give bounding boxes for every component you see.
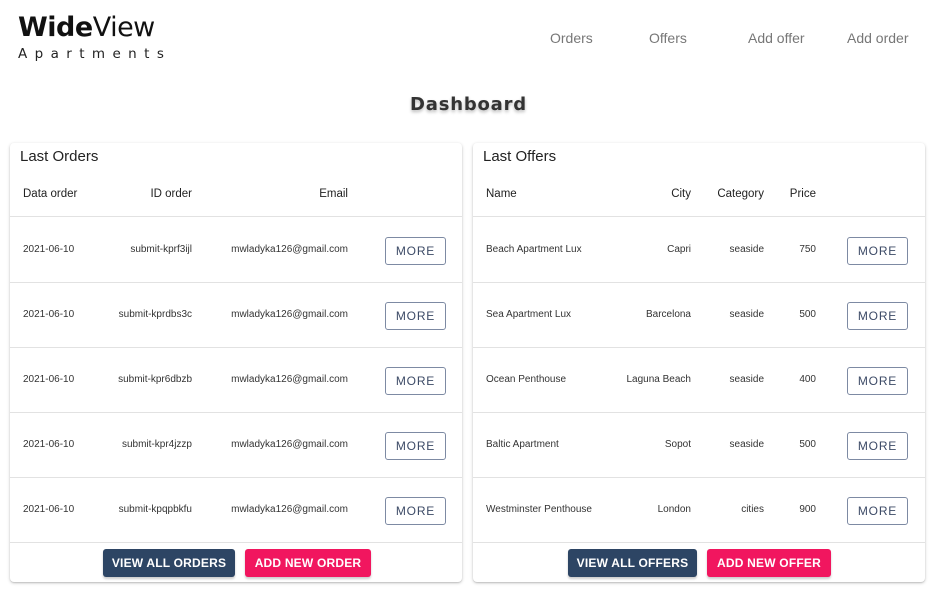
- nav-offers-link[interactable]: Offers: [649, 30, 687, 46]
- last-orders-card: Last Orders Data order ID order Email 20…: [10, 143, 462, 582]
- column-header: Name: [486, 188, 517, 200]
- brand-subtitle: Apartments: [18, 46, 172, 62]
- offer-name: Baltic Apartment: [486, 439, 559, 450]
- order-id: submit-kpr6dbzb: [118, 374, 192, 385]
- card-title: Last Orders: [20, 148, 99, 165]
- offer-price: 750: [799, 244, 816, 255]
- offer-category: seaside: [729, 374, 764, 385]
- offer-name: Ocean Penthouse: [486, 374, 567, 385]
- page-title: Dashboard: [410, 94, 527, 115]
- order-date: 2021-06-10: [23, 374, 75, 385]
- more-button[interactable]: MORE: [385, 367, 446, 395]
- order-email: mwladyka126@gmail.com: [231, 244, 348, 255]
- nav-add-order-link[interactable]: Add order: [847, 30, 908, 46]
- table-header: Data order ID order Email: [10, 187, 462, 217]
- order-email: mwladyka126@gmail.com: [231, 504, 348, 515]
- offer-category: seaside: [729, 244, 764, 255]
- offer-city: Sopot: [664, 439, 691, 450]
- offer-city: Barcelona: [645, 309, 691, 320]
- order-id: submit-kpr4jzzp: [121, 439, 192, 450]
- table-row: 2021-06-10 submit-kpr4jzzp mwladyka126@g…: [10, 413, 462, 478]
- column-header: Data order: [23, 188, 78, 200]
- order-id: submit-kprf3ijl: [130, 244, 192, 255]
- more-button[interactable]: MORE: [847, 237, 908, 265]
- table-row: 2021-06-10 submit-kprdbs3c mwladyka126@g…: [10, 283, 462, 348]
- add-new-order-button[interactable]: ADD NEW ORDER: [245, 549, 371, 577]
- table-row: 2021-06-10 submit-kpqpbkfu mwladyka126@g…: [10, 478, 462, 543]
- column-header: ID order: [150, 188, 192, 200]
- offer-category: seaside: [729, 309, 764, 320]
- order-email: mwladyka126@gmail.com: [231, 439, 348, 450]
- more-button[interactable]: MORE: [385, 302, 446, 330]
- offer-name: Westminster Penthouse: [486, 504, 592, 515]
- offer-city: London: [657, 504, 691, 515]
- offer-price: 500: [799, 439, 816, 450]
- order-id: submit-kprdbs3c: [118, 309, 192, 320]
- offer-city: Laguna Beach: [626, 374, 691, 385]
- more-button[interactable]: MORE: [385, 497, 446, 525]
- view-all-orders-button[interactable]: VIEW ALL ORDERS: [103, 549, 235, 577]
- offer-city: Capri: [667, 244, 691, 255]
- order-id: submit-kpqpbkfu: [118, 504, 192, 515]
- column-header: Price: [789, 188, 816, 200]
- column-header: City: [671, 188, 691, 200]
- order-date: 2021-06-10: [23, 504, 75, 515]
- table-row: 2021-06-10 submit-kpr6dbzb mwladyka126@g…: [10, 348, 462, 413]
- order-email: mwladyka126@gmail.com: [231, 309, 348, 320]
- table-row: Westminster Penthouse London cities 900 …: [473, 478, 925, 543]
- order-date: 2021-06-10: [23, 244, 75, 255]
- more-button[interactable]: MORE: [847, 302, 908, 330]
- table-row: Sea Apartment Lux Barcelona seaside 500 …: [473, 283, 925, 348]
- offer-name: Beach Apartment Lux: [486, 244, 582, 255]
- order-date: 2021-06-10: [23, 439, 75, 450]
- table-row: 2021-06-10 submit-kprf3ijl mwladyka126@g…: [10, 218, 462, 283]
- table-row: Beach Apartment Lux Capri seaside 750 MO…: [473, 218, 925, 283]
- column-header: Category: [717, 188, 764, 200]
- column-header: Email: [319, 188, 348, 200]
- table-header: Name City Category Price: [473, 187, 925, 217]
- more-button[interactable]: MORE: [385, 237, 446, 265]
- more-button[interactable]: MORE: [847, 432, 908, 460]
- card-title: Last Offers: [483, 148, 557, 165]
- more-button[interactable]: MORE: [847, 367, 908, 395]
- last-offers-card: Last Offers Name City Category Price Bea…: [473, 143, 925, 582]
- nav-orders-link[interactable]: Orders: [550, 30, 593, 46]
- order-email: mwladyka126@gmail.com: [231, 374, 348, 385]
- offer-price: 900: [799, 504, 816, 515]
- view-all-offers-button[interactable]: VIEW ALL OFFERS: [568, 549, 697, 577]
- offer-category: seaside: [729, 439, 764, 450]
- more-button[interactable]: MORE: [847, 497, 908, 525]
- more-button[interactable]: MORE: [385, 432, 446, 460]
- offer-category: cities: [741, 504, 764, 515]
- offer-name: Sea Apartment Lux: [486, 309, 572, 320]
- order-date: 2021-06-10: [23, 309, 75, 320]
- offer-price: 500: [799, 309, 816, 320]
- table-row: Baltic Apartment Sopot seaside 500 MORE: [473, 413, 925, 478]
- add-new-offer-button[interactable]: ADD NEW OFFER: [707, 549, 831, 577]
- top-nav: Orders Offers Add offer Add order: [0, 30, 937, 48]
- table-row: Ocean Penthouse Laguna Beach seaside 400…: [473, 348, 925, 413]
- offer-price: 400: [799, 374, 816, 385]
- nav-add-offer-link[interactable]: Add offer: [748, 30, 805, 46]
